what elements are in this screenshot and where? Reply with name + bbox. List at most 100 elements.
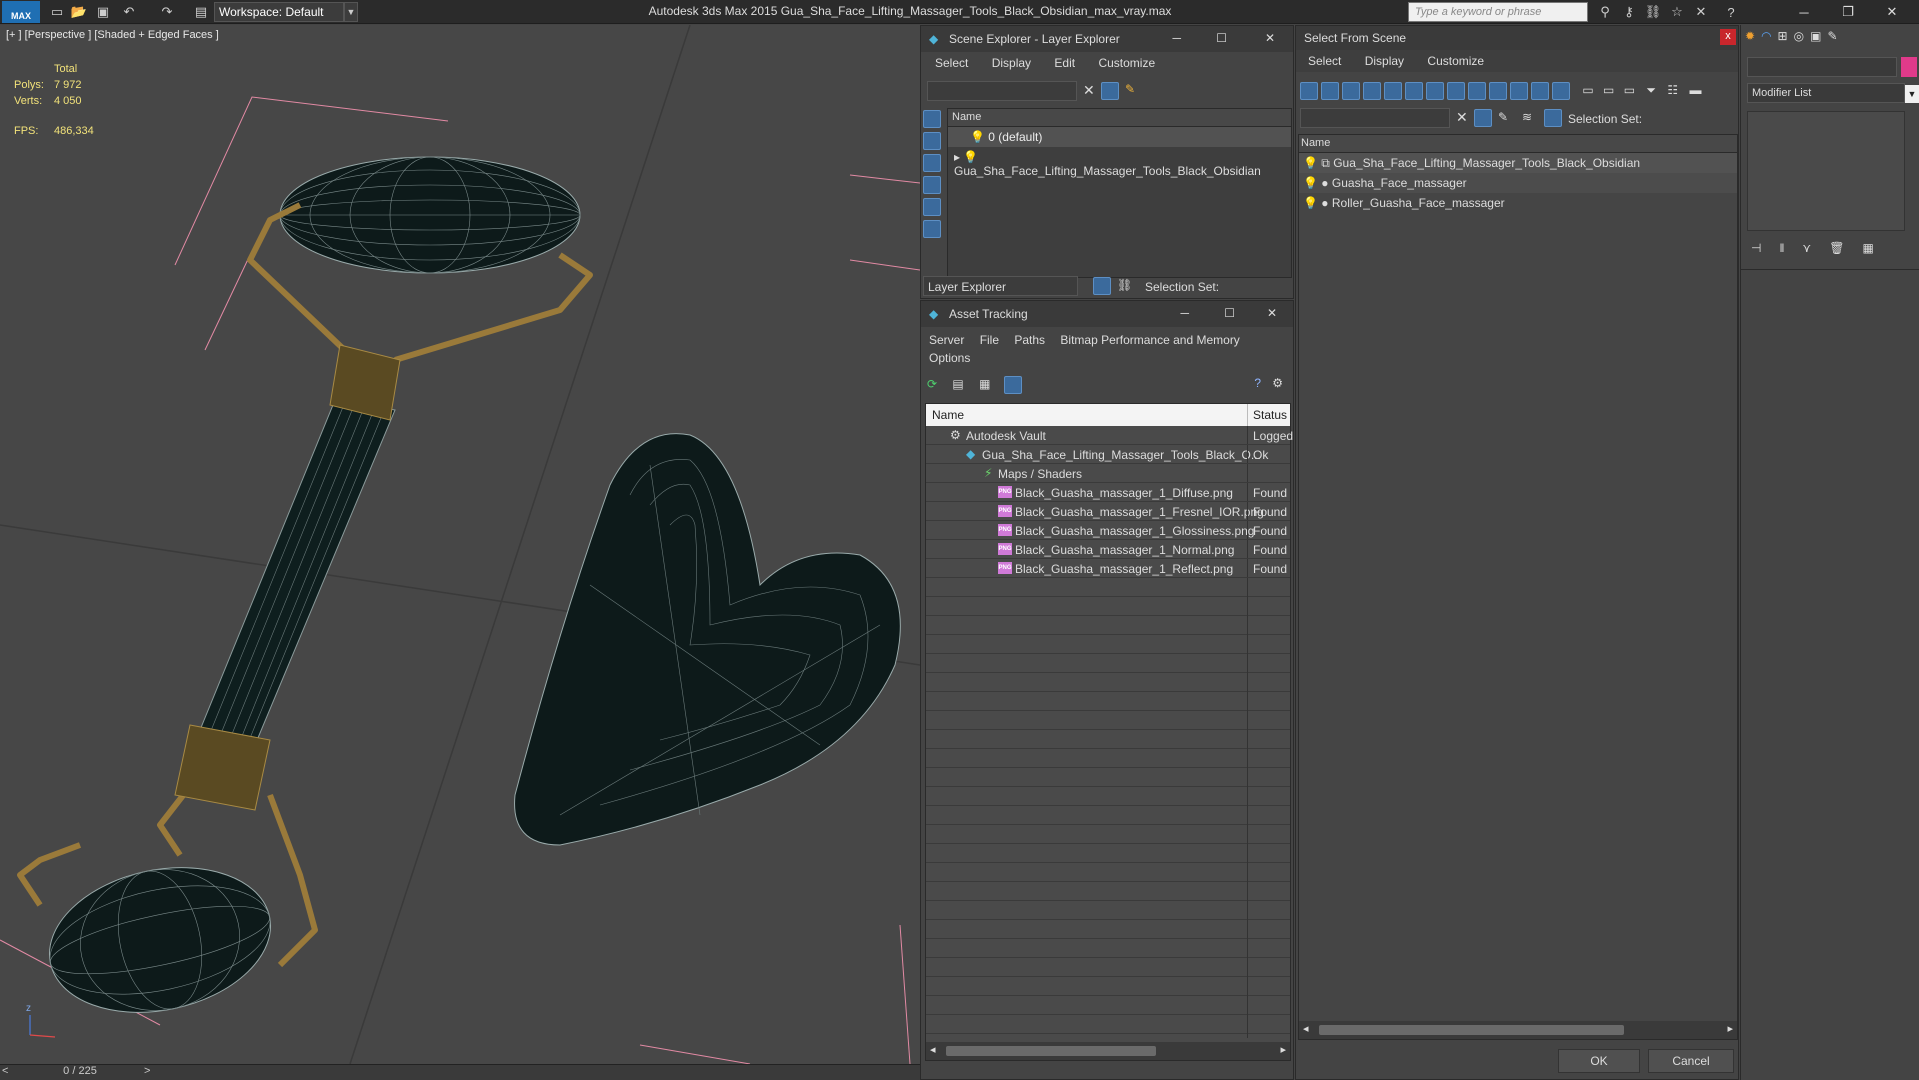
settings-icon[interactable]: ⚙	[1272, 376, 1283, 390]
layer-explorer-icon[interactable]	[1093, 277, 1111, 295]
tree-row-layer[interactable]: ▸ 💡 Gua_Sha_Face_Lifting_Massager_Tools_…	[948, 147, 1291, 178]
list-item[interactable]: 💡 ● Guasha_Face_massager	[1299, 173, 1737, 193]
display-tab-icon[interactable]: ▣	[1810, 29, 1821, 47]
motion-tab-icon[interactable]: ◎	[1794, 29, 1804, 47]
link-icon[interactable]: ⛓	[1644, 3, 1662, 21]
table-view-icon[interactable]	[1003, 376, 1022, 394]
display-spacewarps-icon[interactable]	[923, 220, 941, 238]
visibility-bulb-icon[interactable]: 💡	[1303, 196, 1318, 210]
app-logo[interactable]: MAX	[2, 1, 40, 23]
cancel-button[interactable]: Cancel	[1648, 1049, 1734, 1073]
table-row[interactable]: ⚡ Maps / Shaders	[926, 464, 1290, 483]
filter-hidden-icon[interactable]	[1531, 82, 1549, 100]
select-from-scene-titlebar[interactable]: Select From Scene x	[1296, 26, 1738, 50]
list-item[interactable]: 💡 ● Roller_Guasha_Face_massager	[1299, 193, 1737, 213]
tree-row-default-layer[interactable]: 💡 0 (default)	[948, 127, 1291, 147]
maximize-icon[interactable]: ☐	[1216, 31, 1227, 45]
close-icon[interactable]: ✕	[1267, 306, 1277, 320]
maximize-icon[interactable]: ☐	[1224, 306, 1235, 320]
collapse-icon[interactable]: ▬	[1689, 83, 1701, 97]
options-icon[interactable]: ✎	[1498, 110, 1508, 124]
refresh-icon[interactable]: ⟳	[927, 377, 937, 391]
list-view-icon[interactable]: ▤	[952, 377, 963, 391]
create-tab-icon[interactable]: ✹	[1745, 29, 1755, 47]
display-shapes-icon[interactable]	[923, 132, 941, 150]
pin-stack-icon[interactable]: ⊣	[1751, 241, 1761, 261]
perspective-viewport[interactable]: [+ ] [Perspective ] [Shaded + Edged Face…	[0, 25, 920, 1064]
hierarchy-tab-icon[interactable]: ⊞	[1778, 29, 1788, 47]
help-icon[interactable]: ?	[1254, 376, 1261, 390]
project-icon[interactable]: ▤	[192, 3, 210, 21]
chevron-down-icon[interactable]: ▼	[1905, 85, 1919, 103]
timeline-next-button[interactable]: >	[144, 1065, 150, 1077]
object-color-swatch[interactable]	[1901, 57, 1917, 77]
star-icon[interactable]: ☆	[1668, 3, 1686, 21]
select-invert-icon[interactable]: ▭	[1624, 83, 1635, 97]
object-name-input[interactable]	[1747, 57, 1897, 77]
menu-customize[interactable]: Customize	[1427, 54, 1484, 68]
minimize-icon[interactable]: ─	[1180, 306, 1189, 320]
menu-paths[interactable]: Paths	[1014, 333, 1045, 347]
select-none-icon[interactable]: ▭	[1603, 83, 1614, 97]
scrollbar-thumb[interactable]	[946, 1046, 1156, 1056]
menu-display[interactable]: Display	[1365, 54, 1404, 68]
help-icon[interactable]: ?	[1722, 3, 1740, 21]
display-cameras-icon[interactable]	[923, 176, 941, 194]
scroll-left-icon[interactable]: ◂	[930, 1043, 936, 1056]
restore-icon[interactable]: ❐	[1826, 0, 1870, 24]
visibility-bulb-icon[interactable]: 💡	[970, 130, 985, 144]
minimize-icon[interactable]: ─	[1782, 0, 1826, 24]
visibility-bulb-icon[interactable]: 💡	[1303, 156, 1318, 170]
menu-select[interactable]: Select	[1308, 54, 1341, 68]
modify-tab-icon[interactable]: ◠	[1761, 29, 1771, 47]
select-all-icon[interactable]: ▭	[1582, 83, 1593, 97]
column-header-name[interactable]: Name	[1299, 135, 1737, 153]
save-icon[interactable]: ▣	[94, 3, 112, 21]
scrollbar-thumb[interactable]	[1319, 1025, 1624, 1035]
horizontal-scrollbar[interactable]: ◂ ▸	[926, 1042, 1290, 1060]
workspace-dropdown[interactable]: Workspace: Default	[214, 2, 344, 22]
menu-options[interactable]: Options	[929, 351, 970, 365]
visibility-bulb-icon[interactable]: 💡	[963, 150, 978, 164]
table-row[interactable]: PNG Black_Guasha_massager_1_Normal.png F…	[926, 540, 1290, 559]
chevron-down-icon[interactable]: ▼	[344, 2, 358, 22]
exchange-icon[interactable]: ✕	[1692, 3, 1710, 21]
filter-geometry-icon[interactable]	[1300, 82, 1318, 100]
menu-server[interactable]: Server	[929, 333, 964, 347]
new-file-icon[interactable]: ▭	[48, 3, 66, 21]
display-all-icon[interactable]	[1552, 82, 1570, 100]
horizontal-scrollbar[interactable]: ◂ ▸	[1299, 1021, 1737, 1039]
open-file-icon[interactable]: 📂	[70, 3, 88, 21]
modifier-list-dropdown[interactable]: Modifier List	[1747, 83, 1905, 103]
scene-explorer-titlebar[interactable]: ◆ Scene Explorer - Layer Explorer ─ ☐ ✕	[921, 26, 1293, 52]
layers-icon[interactable]: ≋	[1522, 110, 1532, 124]
viewport-label[interactable]: [+ ] [Perspective ] [Shaded + Edged Face…	[6, 29, 219, 41]
close-button[interactable]: x	[1720, 29, 1736, 45]
filter-bones-icon[interactable]	[1468, 82, 1486, 100]
layer-options-icon[interactable]: ✎	[1125, 82, 1135, 96]
table-row[interactable]: PNG Black_Guasha_massager_1_Reflect.png …	[926, 559, 1290, 578]
ok-button[interactable]: OK	[1558, 1049, 1640, 1073]
configure-sets-icon[interactable]: ▦	[1862, 241, 1873, 261]
scroll-right-icon[interactable]: ▸	[1727, 1022, 1733, 1035]
filter-cameras-icon[interactable]	[1363, 82, 1381, 100]
redo-icon[interactable]: ↷	[158, 3, 176, 21]
table-row[interactable]: PNG Black_Guasha_massager_1_Glossiness.p…	[926, 521, 1290, 540]
filter-helpers-icon[interactable]	[1384, 82, 1402, 100]
list-item[interactable]: 💡 ⧉ Gua_Sha_Face_Lifting_Massager_Tools_…	[1299, 153, 1737, 173]
menu-bitmap-performance[interactable]: Bitmap Performance and Memory	[1060, 333, 1239, 347]
scene-search-input[interactable]	[927, 81, 1077, 101]
make-unique-icon[interactable]: ⋎	[1802, 241, 1811, 261]
table-row[interactable]: PNG Black_Guasha_massager_1_Diffuse.png …	[926, 483, 1290, 502]
search-input[interactable]: Type a keyword or phrase	[1408, 2, 1588, 22]
undo-icon[interactable]: ↶	[120, 3, 138, 21]
key-icon[interactable]: ⚷	[1620, 3, 1638, 21]
hierarchy-view-icon[interactable]	[1544, 109, 1562, 127]
filter-containers-icon[interactable]	[1489, 82, 1507, 100]
clear-icon[interactable]: ✕	[1456, 109, 1468, 126]
timeline-frame[interactable]: 0 / 225	[40, 1065, 120, 1077]
expand-arrow-icon[interactable]: ▸	[954, 150, 960, 164]
menu-customize[interactable]: Customize	[1098, 56, 1155, 70]
utilities-tab-icon[interactable]: ✎	[1827, 29, 1837, 47]
hierarchy-icon[interactable]: ☷	[1667, 83, 1678, 97]
